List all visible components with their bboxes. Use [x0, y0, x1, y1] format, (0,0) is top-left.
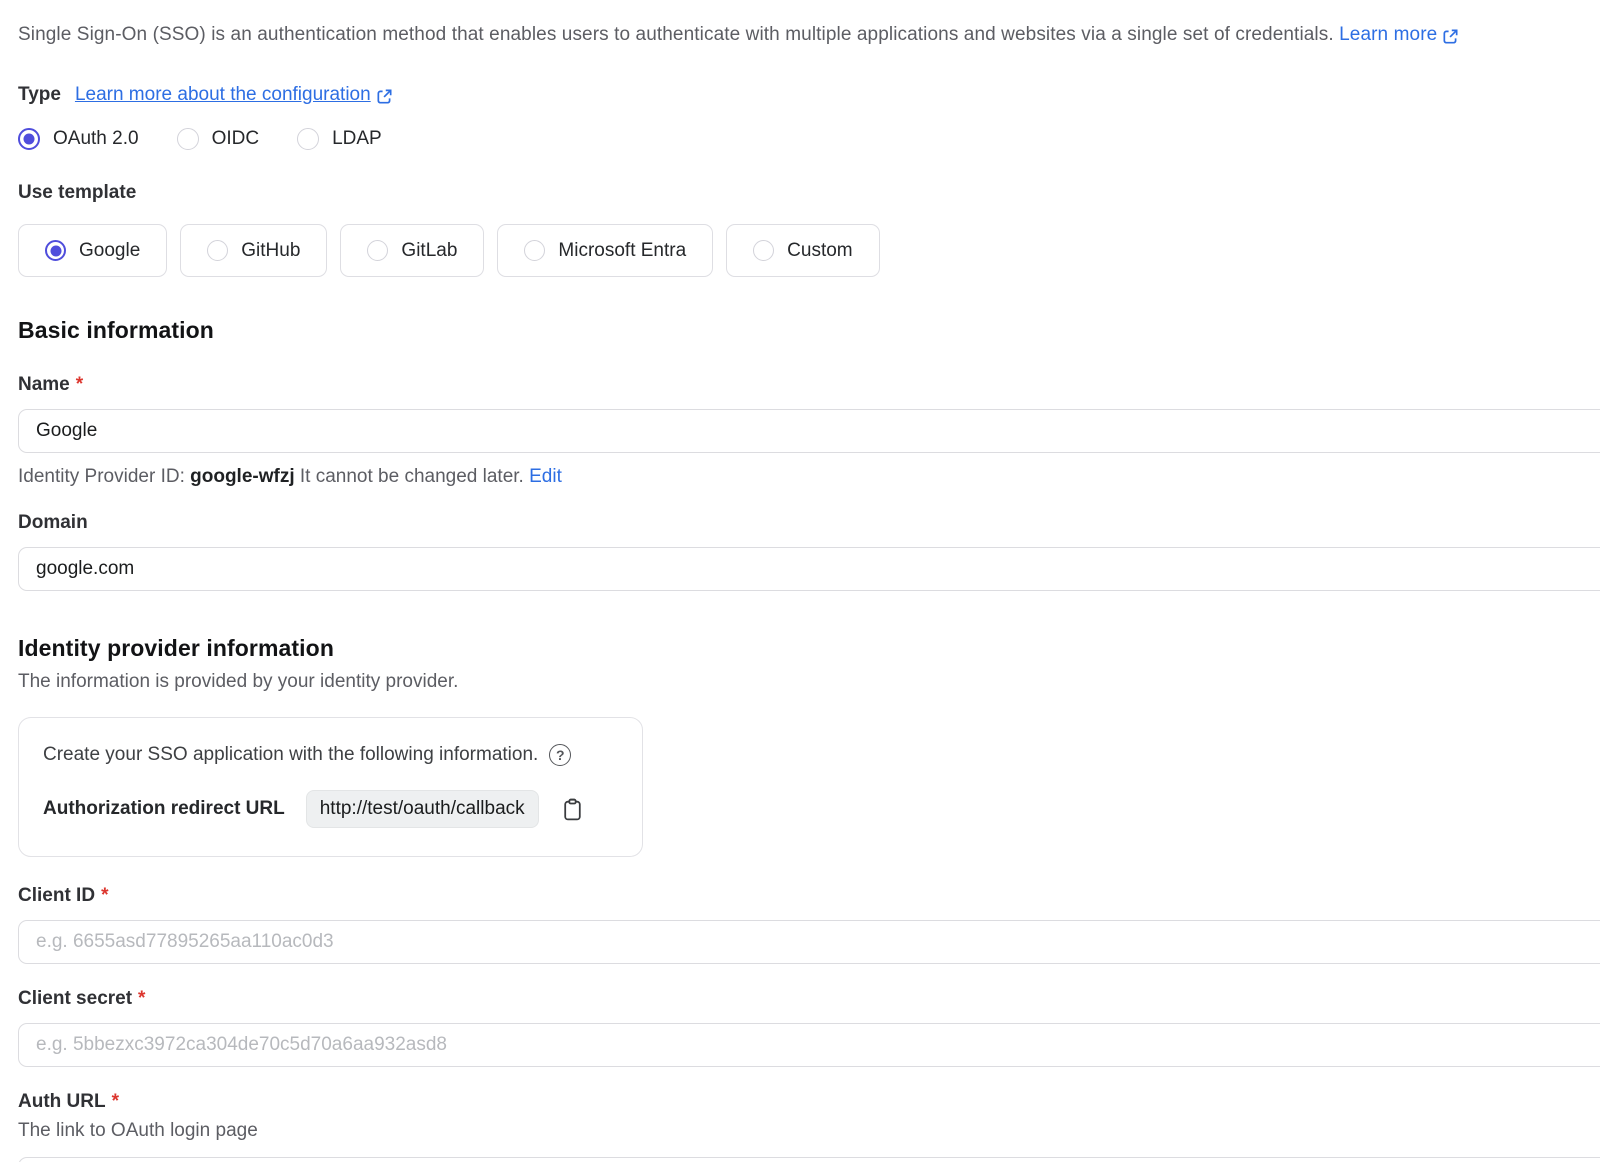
redirect-url-value: http://test/oauth/callback	[306, 790, 539, 828]
radio-icon	[207, 240, 228, 261]
type-radio-group: OAuth 2.0 OIDC LDAP	[18, 128, 1600, 150]
type-option-label: OAuth 2.0	[53, 128, 139, 150]
template-card-label: GitLab	[401, 240, 457, 262]
template-card-label: Google	[79, 240, 140, 262]
type-option-label: OIDC	[212, 128, 260, 150]
basic-information-heading: Basic information	[18, 317, 1600, 344]
copy-to-clipboard-button[interactable]	[560, 797, 585, 822]
idp-helper-prefix: Identity Provider ID:	[18, 466, 190, 487]
sso-description: Single Sign-On (SSO) is an authenticatio…	[18, 24, 1600, 46]
client-id-label-text: Client ID	[18, 885, 95, 907]
configuration-learn-more-label: Learn more about the configuration	[75, 84, 371, 106]
auth-url-label-text: Auth URL	[18, 1091, 106, 1113]
sso-description-text: Single Sign-On (SSO) is an authenticatio…	[18, 24, 1334, 45]
auth-url-input[interactable]	[18, 1157, 1600, 1162]
radio-icon	[753, 240, 774, 261]
name-field-label: Name *	[18, 374, 1600, 396]
type-label: Type	[18, 84, 61, 106]
callout-title: Create your SSO application with the fol…	[43, 744, 538, 766]
sso-application-callout: Create your SSO application with the fol…	[18, 717, 643, 857]
redirect-url-row: Authorization redirect URL http://test/o…	[43, 790, 618, 828]
idp-information-subtitle: The information is provided by your iden…	[18, 671, 1600, 693]
radio-icon	[177, 128, 199, 150]
learn-more-label: Learn more	[1339, 24, 1437, 46]
client-secret-input[interactable]	[18, 1023, 1600, 1067]
auth-url-field-label: Auth URL *	[18, 1091, 1600, 1113]
template-card-github[interactable]: GitHub	[180, 224, 327, 277]
domain-field-label: Domain	[18, 512, 1600, 534]
sso-settings-page: Single Sign-On (SSO) is an authenticatio…	[0, 0, 1600, 1162]
clipboard-icon	[560, 797, 585, 822]
radio-icon	[18, 128, 40, 150]
auth-url-helper-text: The link to OAuth login page	[18, 1120, 1600, 1142]
domain-input[interactable]	[18, 547, 1600, 591]
idp-id-value: google-wfzj	[190, 466, 294, 487]
domain-label-text: Domain	[18, 512, 88, 534]
radio-icon	[367, 240, 388, 261]
callout-title-row: Create your SSO application with the fol…	[43, 744, 618, 766]
external-link-icon	[376, 88, 393, 105]
client-id-field-label: Client ID *	[18, 885, 1600, 907]
external-link-icon	[1442, 28, 1459, 45]
radio-icon	[297, 128, 319, 150]
help-question-icon[interactable]: ?	[549, 744, 571, 766]
required-asterisk: *	[101, 885, 108, 907]
required-asterisk: *	[138, 988, 145, 1010]
name-input[interactable]	[18, 409, 1600, 453]
type-option-oauth2[interactable]: OAuth 2.0	[18, 128, 139, 150]
idp-helper-suffix: It cannot be changed later.	[295, 466, 530, 487]
type-section-header: Type Learn more about the configuration	[18, 84, 1600, 106]
type-option-label: LDAP	[332, 128, 382, 150]
template-card-microsoft-entra[interactable]: Microsoft Entra	[497, 224, 713, 277]
idp-information-heading: Identity provider information	[18, 635, 1600, 662]
template-card-label: Custom	[787, 240, 852, 262]
edit-idp-id-link[interactable]: Edit	[529, 466, 562, 487]
radio-icon	[524, 240, 545, 261]
template-card-group: Google GitHub GitLab Microsoft Entra Cus…	[18, 224, 1600, 277]
client-secret-field-label: Client secret *	[18, 988, 1600, 1010]
template-card-custom[interactable]: Custom	[726, 224, 879, 277]
redirect-url-label: Authorization redirect URL	[43, 798, 285, 820]
required-asterisk: *	[76, 374, 83, 396]
client-secret-label-text: Client secret	[18, 988, 132, 1010]
client-id-input[interactable]	[18, 920, 1600, 964]
configuration-learn-more-link[interactable]: Learn more about the configuration	[75, 84, 393, 106]
identity-provider-id-helper: Identity Provider ID: google-wfzj It can…	[18, 466, 1600, 488]
type-option-oidc[interactable]: OIDC	[177, 128, 260, 150]
name-label-text: Name	[18, 374, 70, 396]
template-card-label: Microsoft Entra	[558, 240, 686, 262]
required-asterisk: *	[112, 1091, 119, 1113]
learn-more-link[interactable]: Learn more	[1339, 24, 1459, 46]
template-card-google[interactable]: Google	[18, 224, 167, 277]
template-card-gitlab[interactable]: GitLab	[340, 224, 484, 277]
template-card-label: GitHub	[241, 240, 300, 262]
use-template-label: Use template	[18, 182, 1600, 204]
radio-icon	[45, 240, 66, 261]
type-option-ldap[interactable]: LDAP	[297, 128, 382, 150]
